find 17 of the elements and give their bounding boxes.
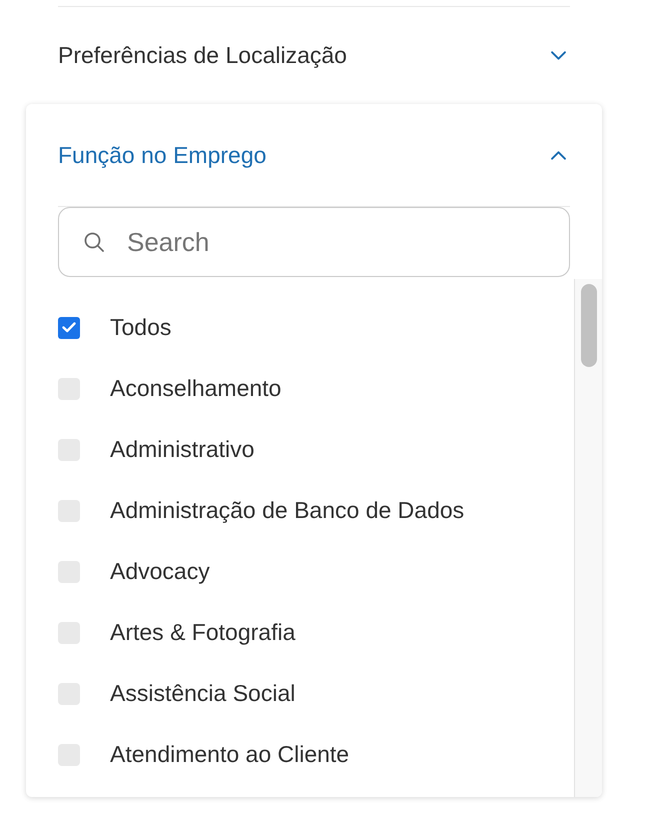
option-label: Aconselhamento — [110, 375, 282, 402]
checkbox[interactable] — [58, 316, 80, 338]
option-label: Atendimento ao Cliente — [110, 741, 350, 768]
chevron-up-icon — [551, 150, 566, 160]
chevron-down-icon — [551, 51, 566, 60]
option-label: Todos — [110, 314, 172, 341]
search-icon — [84, 232, 104, 252]
option-label: Artes & Fotografia — [110, 619, 296, 646]
search-field[interactable]: Search — [58, 207, 570, 277]
scrollbar-thumb[interactable] — [581, 284, 597, 367]
checkmark-icon — [62, 322, 76, 333]
option-label: Advocacy — [110, 558, 210, 585]
accordion-header[interactable]: Função no Emprego — [58, 104, 570, 207]
option-label: Assistência Social — [110, 680, 296, 707]
option-label: Administração de Banco de Dados — [110, 497, 464, 524]
accordion-header[interactable]: Preferências de Localização — [58, 7, 570, 104]
option-label: Administrativo — [110, 436, 254, 463]
